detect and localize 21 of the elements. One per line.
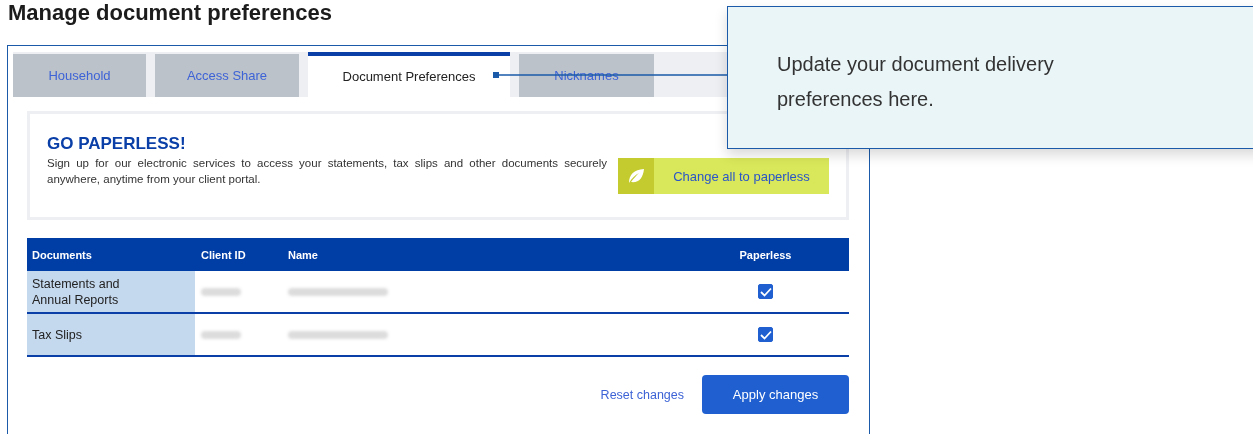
change-all-button[interactable]: Change all to paperless: [618, 158, 829, 194]
reset-link[interactable]: Reset changes: [600, 387, 684, 402]
callout-text: Update your document delivery preferences here.: [777, 52, 1055, 112]
redacted-text: [201, 330, 241, 339]
column-header: Documents: [31, 248, 93, 261]
document-cell: Statements and Annual Reports: [27, 271, 195, 312]
tab[interactable]: Household: [13, 54, 146, 97]
apply-button[interactable]: Apply changes: [702, 375, 849, 414]
column-header: Name: [287, 248, 319, 261]
tab[interactable]: Access Share: [155, 54, 299, 97]
column-header: Paperless: [738, 248, 793, 261]
checkbox[interactable]: [758, 327, 773, 342]
document-cell: Tax Slips: [27, 314, 195, 355]
banner-text: Sign up for our electronic services to access your statements, tax slips and other documents securely anywhere, anytime from your client portal.: [47, 156, 607, 187]
page-title: Manage document preferences: [7, 0, 333, 26]
tab[interactable]: Document Preferences: [308, 52, 510, 97]
column-header: Client ID: [200, 248, 247, 261]
redacted-text: [201, 287, 241, 296]
banner-title: GO PAPERLESS!: [47, 134, 187, 154]
leaf-icon: [627, 168, 645, 184]
checkbox[interactable]: [758, 284, 773, 299]
